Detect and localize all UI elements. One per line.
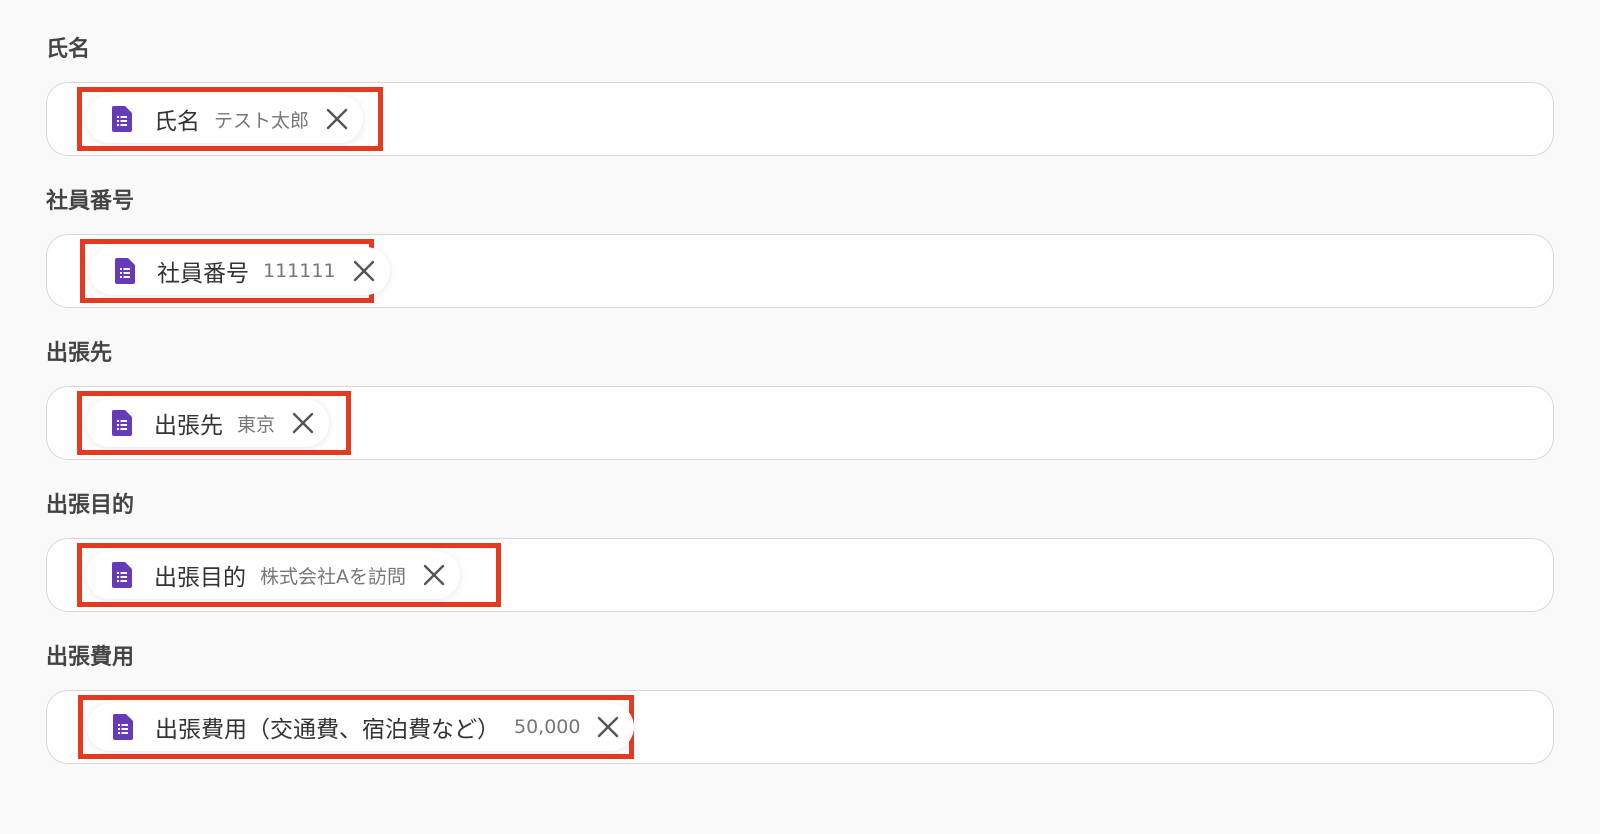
token-name: 出張費用（交通費、宿泊費など）	[155, 717, 500, 743]
field-input[interactable]: 社員番号 111111	[46, 234, 1554, 308]
highlight-box: 氏名 テスト太郎	[77, 87, 383, 151]
variable-token[interactable]: 出張目的 株式会社Aを訪問	[86, 551, 460, 599]
close-icon[interactable]	[596, 715, 620, 739]
token-value: 株式会社Aを訪問	[260, 565, 406, 588]
form: 氏名 氏名 テスト太郎 社員番号 社員番号 111111 出張先 出張先 東京 …	[0, 0, 1600, 834]
token-name: 出張先	[154, 413, 223, 439]
highlight-box: 出張目的 株式会社Aを訪問	[77, 543, 501, 607]
field-label: 出張目的	[46, 493, 135, 518]
field-label: 出張費用	[46, 645, 135, 670]
token-name: 氏名	[154, 109, 200, 135]
close-icon[interactable]	[352, 259, 376, 283]
google-forms-icon	[115, 258, 135, 284]
google-forms-icon	[113, 714, 133, 740]
variable-token[interactable]: 出張先 東京	[86, 399, 330, 447]
token-value: テスト太郎	[214, 109, 310, 132]
google-forms-icon	[112, 410, 132, 436]
variable-token[interactable]: 氏名 テスト太郎	[86, 95, 364, 143]
variable-token[interactable]: 出張費用（交通費、宿泊費など） 50,000	[87, 703, 635, 751]
close-icon[interactable]	[422, 563, 446, 587]
close-icon[interactable]	[325, 107, 349, 131]
highlight-box: 出張費用（交通費、宿泊費など） 50,000	[78, 695, 635, 759]
field-label: 出張先	[46, 341, 113, 366]
variable-token[interactable]: 社員番号 111111	[89, 247, 390, 295]
token-value: 111111	[263, 260, 336, 282]
field-input[interactable]: 出張先 東京	[46, 386, 1554, 460]
token-name: 出張目的	[154, 565, 246, 591]
close-icon[interactable]	[291, 411, 315, 435]
highlight-box: 出張先 東京	[77, 391, 351, 455]
token-value: 50,000	[514, 716, 581, 738]
field-input[interactable]: 氏名 テスト太郎	[46, 82, 1554, 156]
field-label: 社員番号	[46, 189, 135, 214]
highlight-box: 社員番号 111111	[80, 239, 390, 303]
field-input[interactable]: 出張費用（交通費、宿泊費など） 50,000	[46, 690, 1554, 764]
field-label: 氏名	[46, 37, 91, 62]
field-input[interactable]: 出張目的 株式会社Aを訪問	[46, 538, 1554, 612]
google-forms-icon	[112, 106, 132, 132]
token-value: 東京	[237, 413, 276, 436]
token-name: 社員番号	[157, 261, 249, 287]
google-forms-icon	[112, 562, 132, 588]
